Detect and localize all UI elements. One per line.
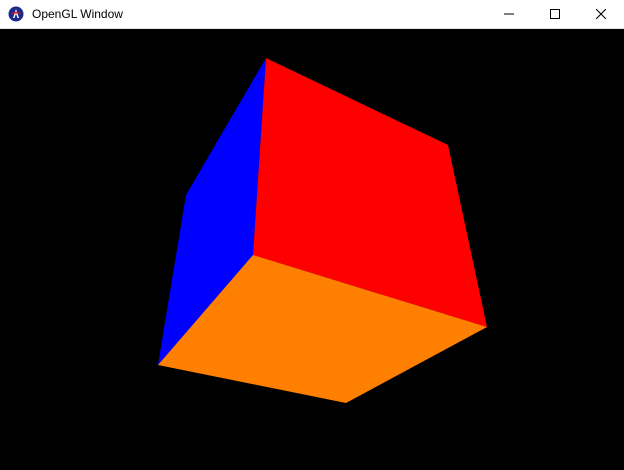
gl-viewport[interactable]	[0, 29, 624, 470]
window-title: OpenGL Window	[32, 7, 123, 21]
maximize-button[interactable]	[532, 0, 578, 29]
title-bar[interactable]: OpenGL Window	[0, 0, 624, 29]
close-button[interactable]	[578, 0, 624, 29]
opengl-window: OpenGL Window	[0, 0, 624, 470]
minimize-button[interactable]	[486, 0, 532, 29]
close-icon	[596, 9, 606, 19]
window-controls	[486, 0, 624, 29]
maximize-icon	[550, 9, 560, 19]
minimize-icon	[504, 13, 514, 15]
cube-render	[158, 58, 487, 403]
app-icon[interactable]	[8, 6, 24, 22]
